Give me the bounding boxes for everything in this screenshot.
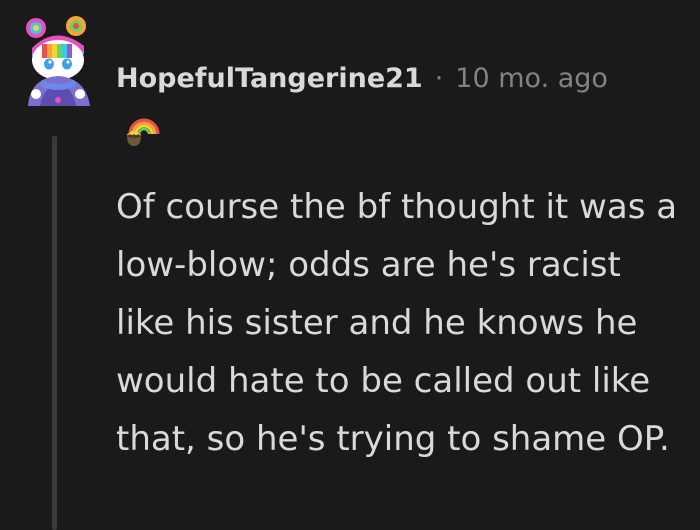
thread-line[interactable] <box>52 136 57 530</box>
user-avatar[interactable] <box>18 14 98 109</box>
comment-timestamp[interactable]: 10 mo. ago <box>455 65 608 92</box>
meta-separator: · <box>434 62 444 94</box>
comment: HopefulTangerine21 · 10 mo. ago Of cours… <box>0 0 700 530</box>
username-link[interactable]: HopefulTangerine21 <box>116 65 423 92</box>
user-flair <box>122 110 164 152</box>
snoo-avatar-icon <box>26 16 90 106</box>
rainbow-pot-of-gold-icon <box>127 118 160 146</box>
comment-header: HopefulTangerine21 · 10 mo. ago <box>116 56 608 100</box>
comment-body: Of course the bf thought it was a low-bl… <box>116 187 678 459</box>
